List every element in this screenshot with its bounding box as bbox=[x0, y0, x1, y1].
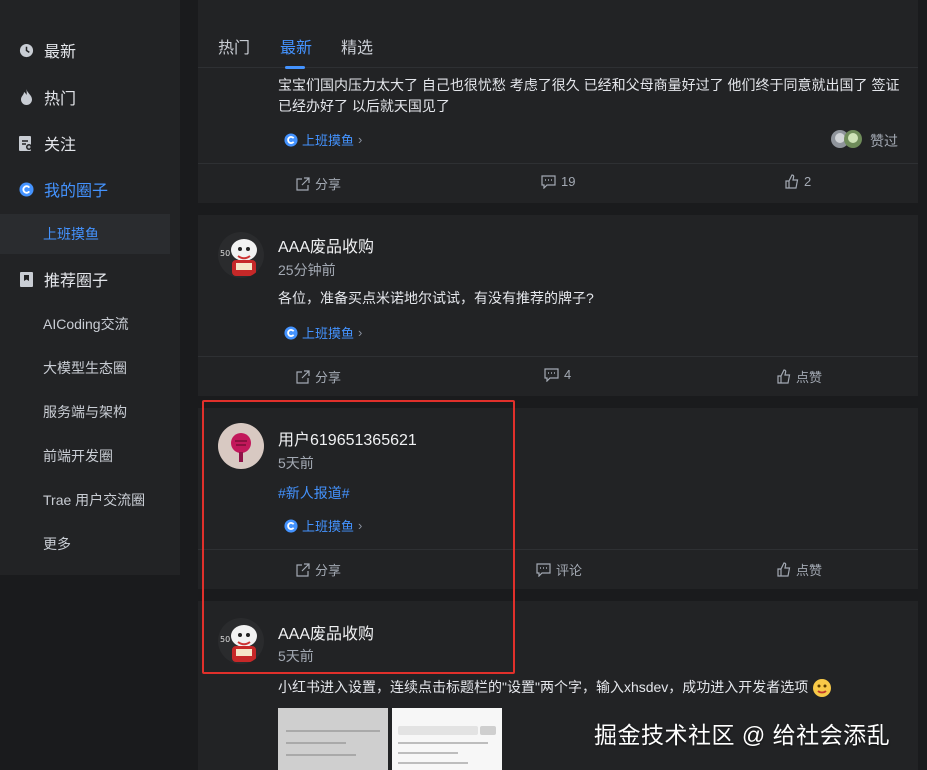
like-icon bbox=[785, 174, 799, 189]
bookmark-icon bbox=[18, 271, 34, 287]
flame-icon bbox=[18, 89, 34, 105]
share-label: 分享 bbox=[315, 370, 342, 385]
emoji-icon bbox=[813, 678, 832, 697]
sidebar-circle-backend[interactable]: 服务端与架构 bbox=[0, 392, 170, 432]
comment-button[interactable]: 4 bbox=[544, 367, 571, 382]
post-1-text-line1: 宝宝们国内压力太大了 自己也很忧愁 考虑了很久 已经和父母商量好过了 他们终于同… bbox=[278, 77, 900, 93]
post-3-circle-tag[interactable]: 上班摸鱼 › bbox=[284, 516, 362, 535]
sidebar-item-label: 推荐圈子 bbox=[44, 273, 109, 290]
post-2-actions: 分享 4 点赞 bbox=[198, 356, 918, 396]
post-2-circle-tag[interactable]: 上班摸鱼 › bbox=[284, 323, 362, 342]
comment-count: 4 bbox=[564, 367, 572, 382]
like-button[interactable]: 2 bbox=[784, 174, 811, 189]
post-3-hashtag[interactable]: #新人报道# bbox=[278, 483, 350, 503]
avatar[interactable]: 50 bbox=[218, 618, 264, 664]
post-3-circle-tag-label: 上班摸鱼 bbox=[302, 519, 355, 534]
share-button[interactable]: 分享 bbox=[296, 560, 341, 579]
sidebar-item-latest[interactable]: 最新 bbox=[0, 30, 180, 70]
avatar[interactable]: 50 bbox=[218, 232, 264, 278]
post-4-image-2[interactable] bbox=[392, 708, 502, 770]
sidebar-item-my-circles[interactable]: 我的圈子 bbox=[0, 169, 180, 209]
sidebar-item-follow[interactable]: 关注 bbox=[0, 123, 180, 163]
tab-latest[interactable]: 最新 bbox=[280, 34, 312, 58]
card-separator bbox=[198, 396, 918, 408]
like-label: 点赞 bbox=[796, 563, 823, 578]
share-label: 分享 bbox=[315, 177, 342, 192]
follow-icon bbox=[18, 135, 34, 151]
liked-label: 赞过 bbox=[870, 133, 898, 149]
post-2-text: 各位，准备买点米诺地尔试试，有没有推荐的牌子? bbox=[278, 290, 594, 306]
card-separator bbox=[198, 589, 918, 601]
like-icon bbox=[777, 562, 791, 577]
like-label: 点赞 bbox=[796, 370, 823, 385]
sidebar-item-recommended[interactable]: 推荐圈子 bbox=[0, 259, 180, 299]
liked-avatars bbox=[830, 129, 864, 149]
post-4-username[interactable]: AAA废品收购 bbox=[278, 620, 374, 644]
comment-button[interactable]: 19 bbox=[541, 174, 575, 189]
circle-icon bbox=[284, 132, 298, 147]
post-3-actions: 分享 评论 点赞 bbox=[198, 549, 918, 589]
comment-icon bbox=[541, 174, 556, 189]
sidebar: 最新 热门 关注 我的圈子 上班摸鱼 推荐圈子 AICoding交流 大模型生态… bbox=[0, 0, 180, 575]
post-1-text: 宝宝们国内压力太大了 自己也很忧愁 考虑了很久 已经和父母商量好过了 他们终于同… bbox=[278, 75, 908, 117]
comment-icon bbox=[536, 562, 551, 577]
post-3-username[interactable]: 用户619651365621 bbox=[278, 426, 417, 450]
like-count: 2 bbox=[804, 174, 812, 189]
post-1-circle-tag-label: 上班摸鱼 bbox=[302, 133, 355, 148]
like-button[interactable]: 点赞 bbox=[776, 367, 822, 386]
post-4-time: 5天前 bbox=[278, 648, 314, 664]
post-1-circle-tag[interactable]: 上班摸鱼 › bbox=[284, 130, 362, 149]
post-4-text: 小红书进入设置，连续点击标题栏的"设置"两个字，输入xhsdev，成功进入开发者… bbox=[278, 677, 832, 698]
chevron-right-icon: › bbox=[358, 518, 363, 533]
sidebar-circle-aicoding[interactable]: AICoding交流 bbox=[0, 304, 170, 344]
page: 最新 热门 关注 我的圈子 上班摸鱼 推荐圈子 AICoding交流 大模型生态… bbox=[0, 0, 927, 770]
chevron-right-icon: › bbox=[358, 132, 363, 147]
tab-featured[interactable]: 精选 bbox=[341, 34, 373, 58]
feed: 热门 最新 精选 宝宝们国内压力太大了 自己也很忧愁 考虑了很久 已经和父母商量… bbox=[198, 0, 918, 770]
post-4-text-content: 小红书进入设置，连续点击标题栏的"设置"两个字，输入xhsdev，成功进入开发者… bbox=[278, 679, 809, 695]
sidebar-item-label: 我的圈子 bbox=[44, 183, 109, 200]
sidebar-item-label: 关注 bbox=[44, 137, 77, 154]
post-2-circle-tag-label: 上班摸鱼 bbox=[302, 326, 355, 341]
watermark: 掘金技术社区 @ 给社会添乱 bbox=[594, 722, 891, 748]
circle-icon bbox=[284, 325, 298, 340]
post-4-image-1[interactable] bbox=[278, 708, 388, 770]
like-icon bbox=[777, 369, 791, 384]
svg-text:50: 50 bbox=[220, 249, 230, 258]
sidebar-circle-frontend[interactable]: 前端开发圈 bbox=[0, 436, 170, 476]
circle-icon bbox=[284, 518, 298, 533]
card-separator bbox=[198, 203, 918, 215]
like-button[interactable]: 点赞 bbox=[776, 560, 822, 579]
svg-text:50: 50 bbox=[220, 635, 230, 644]
avatar[interactable] bbox=[218, 423, 264, 469]
clock-icon bbox=[18, 42, 34, 58]
share-icon bbox=[296, 369, 310, 384]
sidebar-item-label: 最新 bbox=[44, 44, 77, 61]
circle-icon bbox=[18, 181, 34, 197]
share-icon bbox=[296, 176, 310, 191]
post-2-username[interactable]: AAA废品收购 bbox=[278, 233, 374, 257]
share-button[interactable]: 分享 bbox=[296, 367, 341, 386]
post-1-actions: 分享 19 2 bbox=[198, 163, 918, 203]
comment-icon bbox=[544, 367, 559, 382]
sidebar-more[interactable]: 更多 bbox=[0, 524, 170, 564]
share-label: 分享 bbox=[315, 563, 342, 578]
sidebar-circle-llm[interactable]: 大模型生态圈 bbox=[0, 348, 170, 388]
tab-indicator bbox=[285, 66, 305, 69]
chevron-right-icon: › bbox=[358, 325, 363, 340]
sidebar-item-hot[interactable]: 热门 bbox=[0, 77, 180, 117]
share-icon bbox=[296, 562, 310, 577]
comment-count: 19 bbox=[561, 174, 576, 189]
sidebar-item-label: 热门 bbox=[44, 91, 77, 108]
comment-button[interactable]: 评论 bbox=[536, 560, 582, 579]
comment-label: 评论 bbox=[556, 563, 583, 578]
share-button[interactable]: 分享 bbox=[296, 174, 341, 193]
post-3-time: 5天前 bbox=[278, 455, 314, 471]
sidebar-circle-trae[interactable]: Trae 用户交流圈 bbox=[0, 480, 170, 520]
post-1-text-line2: 已经办好了 以后就天国见了 bbox=[278, 98, 450, 114]
sidebar-circle-slacking[interactable]: 上班摸鱼 bbox=[0, 214, 170, 254]
feed-tabs: 热门 最新 精选 bbox=[198, 22, 918, 69]
tab-hot[interactable]: 热门 bbox=[218, 34, 250, 58]
post-2-time: 25分钟前 bbox=[278, 262, 336, 278]
